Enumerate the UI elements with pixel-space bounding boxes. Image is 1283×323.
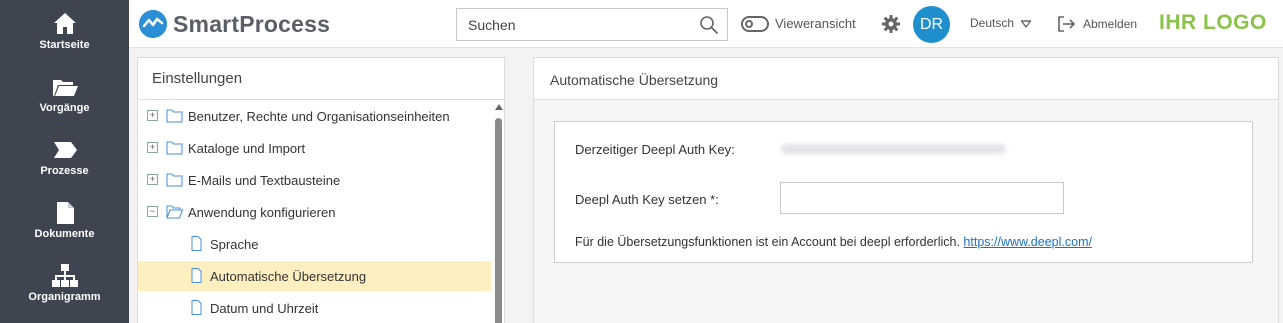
masked-key-value [781, 144, 1006, 154]
search-icon[interactable] [699, 15, 719, 35]
chevron-down-icon [1020, 20, 1032, 28]
tree-item-label: Datum und Uhrzeit [210, 301, 319, 316]
divider [138, 99, 504, 100]
nav-item-vorgaenge[interactable]: Vorgänge [0, 67, 129, 129]
tree-item-anwendung[interactable]: − Anwendung konfigurieren [138, 197, 491, 227]
deepl-link[interactable]: https://www.deepl.com/ [963, 235, 1092, 249]
collapse-icon[interactable]: − [147, 206, 158, 217]
tree-item-label: Anwendung konfigurieren [188, 205, 336, 220]
logout-label: Abmelden [1083, 17, 1138, 31]
left-navigation: Startseite Vorgänge Prozesse Dokumente O… [0, 0, 129, 323]
settings-title: Einstellungen [152, 70, 243, 87]
nav-item-label: Startseite [39, 39, 90, 51]
user-avatar[interactable]: DR [913, 6, 950, 43]
scrollbar[interactable] [493, 100, 505, 323]
top-header: SmartProcess Vieweransicht DR Deutsch Ab… [129, 0, 1283, 48]
tree-item-datum[interactable]: Datum und Uhrzeit [138, 293, 491, 323]
smartprocess-logo[interactable]: SmartProcess [139, 10, 349, 38]
scroll-up-icon[interactable] [495, 104, 503, 110]
page-title: Automatische Übersetzung [550, 72, 719, 88]
set-key-label: Deepl Auth Key setzen *: [575, 192, 719, 207]
org-chart-icon [51, 264, 78, 287]
page-icon [191, 300, 202, 315]
logout-button[interactable]: Abmelden [1058, 14, 1148, 34]
viewer-label: Vieweransicht [775, 16, 856, 31]
document-icon [56, 202, 74, 224]
settings-panel: Einstellungen + Benutzer, Rechte und Org… [137, 57, 505, 323]
folder-icon [166, 173, 183, 187]
tree-item-label: Sprache [210, 237, 259, 252]
toggle-knob [745, 20, 753, 28]
tree-item-benutzer[interactable]: + Benutzer, Rechte und Organisationseinh… [138, 101, 491, 131]
nav-item-label: Organigramm [28, 291, 101, 303]
tree-item-sprache[interactable]: Sprache [138, 229, 491, 259]
language-label: Deutsch [970, 16, 1015, 30]
tree-item-label: Automatische Übersetzung [210, 269, 367, 284]
expand-icon[interactable]: + [147, 110, 158, 121]
info-text: Für die Übersetzungsfunktionen ist ein A… [575, 235, 1092, 249]
brand-name: SmartProcess [173, 11, 331, 37]
folder-icon [166, 109, 183, 123]
process-arrow-icon [53, 142, 77, 158]
nav-item-label: Vorgänge [39, 102, 90, 114]
nav-item-prozesse[interactable]: Prozesse [0, 130, 129, 192]
folder-open-icon [166, 205, 183, 219]
home-icon [53, 13, 76, 34]
nav-item-label: Dokumente [34, 228, 95, 240]
current-key-label: Derzeitiger Deepl Auth Key: [575, 142, 735, 157]
nav-item-startseite[interactable]: Startseite [0, 4, 129, 66]
nav-item-organigramm[interactable]: Organigramm [0, 256, 129, 318]
content-panel: Automatische Übersetzung Derzeitiger Dee… [533, 57, 1279, 323]
folder-open-icon [52, 80, 78, 96]
nav-item-dokumente[interactable]: Dokumente [0, 193, 129, 255]
tree-item-label: E-Mails und Textbausteine [188, 173, 341, 188]
search-box [456, 8, 728, 41]
nav-item-label: Prozesse [40, 165, 89, 177]
toggle-switch[interactable] [741, 16, 769, 32]
language-selector[interactable]: Deutsch [970, 16, 1032, 30]
folder-icon [166, 141, 183, 155]
tree-item-emails[interactable]: + E-Mails und Textbausteine [138, 165, 491, 195]
deepl-key-input[interactable] [780, 182, 1064, 214]
logout-icon [1058, 16, 1076, 32]
expand-icon[interactable]: + [147, 142, 158, 153]
translation-settings-card: Derzeitiger Deepl Auth Key: Deepl Auth K… [554, 121, 1253, 263]
info-message: Für die Übersetzungsfunktionen ist ein A… [575, 235, 964, 249]
customer-logo: IHR LOGO [1159, 11, 1267, 34]
smartprocess-logo-icon [139, 10, 167, 38]
content-header: Automatische Übersetzung [534, 58, 1278, 100]
tree-item-automatische-uebersetzung[interactable]: Automatische Übersetzung [138, 261, 491, 291]
expand-icon[interactable]: + [147, 174, 158, 185]
gear-icon[interactable] [881, 14, 901, 34]
tree-item-kataloge[interactable]: + Kataloge und Import [138, 133, 491, 163]
search-input[interactable] [457, 9, 693, 40]
tree-item-label: Kataloge und Import [188, 141, 306, 156]
page-icon [191, 236, 202, 251]
scrollbar-thumb[interactable] [495, 118, 502, 323]
viewer-toggle[interactable]: Vieweransicht [741, 14, 871, 34]
page-icon [191, 268, 202, 283]
tree-item-label: Benutzer, Rechte und Organisationseinhei… [188, 109, 450, 124]
